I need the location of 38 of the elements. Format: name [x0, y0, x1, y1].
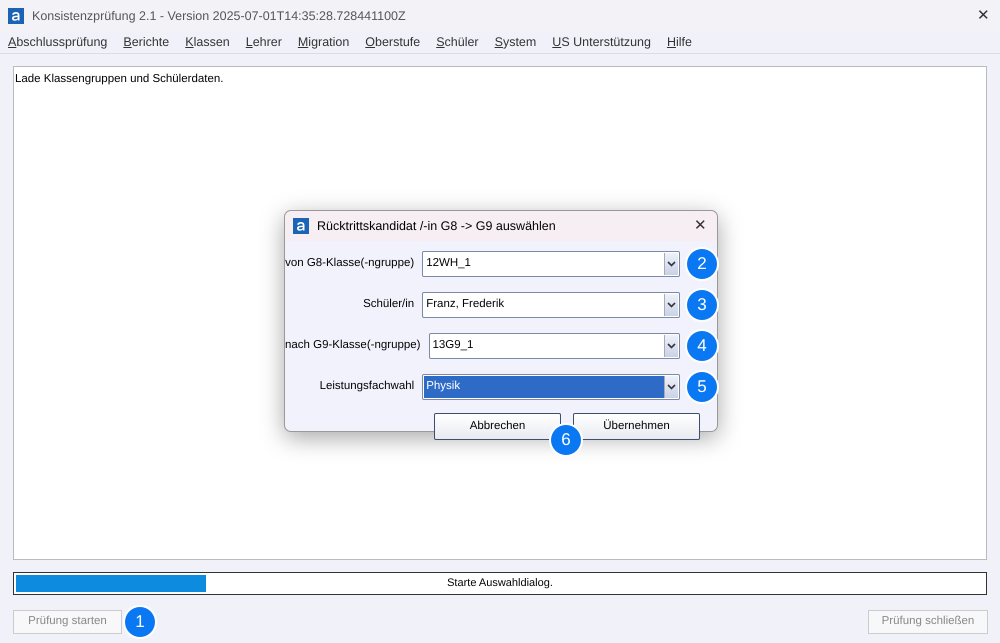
callout-marker: 3 — [687, 290, 717, 320]
app-logo-icon — [293, 218, 309, 234]
field-label: Leistungsfachwahl — [318, 379, 414, 394]
menu-item[interactable]: Berichte — [115, 33, 178, 52]
field-label: von G8-Klasse(-ngruppe) — [285, 256, 414, 272]
dialog-title: Rücktrittskandidat /-in G8 -> G9 auswählen — [317, 218, 557, 235]
menu-item[interactable]: Hilfe — [658, 33, 700, 52]
menu-item[interactable]: Lehrer — [238, 33, 290, 52]
log-line: Lade Klassengruppen und Schülerdaten. — [14, 72, 224, 87]
field-label: nach G9-Klasse(-ngruppe) — [285, 338, 421, 354]
menu-item[interactable]: Schüler — [428, 33, 487, 52]
close-button[interactable]: ✕ — [967, 4, 1000, 28]
callout-marker: 5 — [687, 372, 717, 402]
close-button[interactable]: ✕ — [684, 214, 717, 238]
window-title: Konsistenzprüfung 2.1 - Version 2025-07-01T14:35:28.728441100Z — [32, 8, 407, 25]
progress-text: Starte Auswahldialog. — [446, 576, 554, 591]
menu-item[interactable]: US Unterstützung — [544, 33, 659, 52]
dropdown[interactable]: 12WH_1 — [422, 251, 680, 277]
field-label: Schüler/in — [362, 297, 414, 312]
callout-marker: 2 — [687, 249, 717, 279]
dropdown[interactable]: 13G9_1 — [428, 333, 680, 359]
dropdown[interactable]: Physik — [422, 374, 680, 400]
menu-item[interactable]: Klassen — [177, 33, 238, 52]
dialog-button[interactable]: Übernehmen — [573, 413, 700, 440]
callout-marker: 4 — [687, 331, 717, 361]
dropdown[interactable]: Franz, Frederik — [422, 292, 680, 318]
chevron-down-icon — [667, 384, 676, 390]
dialog-button[interactable]: Abbrechen — [434, 413, 561, 440]
callout-marker: 1 — [125, 607, 155, 637]
menu-item[interactable]: Abschlussprüfung — [0, 33, 116, 52]
callout-marker: 6 — [551, 425, 581, 455]
app-logo-icon — [8, 8, 24, 24]
chevron-down-icon — [667, 261, 676, 267]
menu-item[interactable]: Migration — [290, 33, 358, 52]
chevron-down-icon — [667, 302, 676, 308]
chevron-down-icon — [667, 343, 676, 349]
menu-item[interactable]: System — [486, 33, 544, 52]
menu-item[interactable]: Oberstufe — [357, 33, 428, 52]
